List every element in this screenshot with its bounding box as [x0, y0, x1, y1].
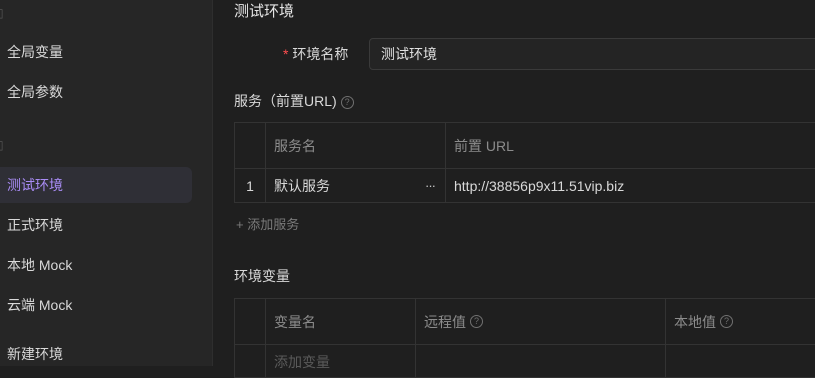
sidebar-item-prod-env[interactable]: 正式环境 [0, 207, 192, 243]
service-url-cell[interactable]: http://38856p9x11.51vip.biz [445, 169, 815, 202]
sidebar-item-new-env[interactable]: 新建环境 [0, 336, 192, 372]
sidebar-item-label: 新建环境 [7, 346, 63, 362]
services-table: 服务名 前置 URL 1 默认服务 ··· http://38856p9x11.… [234, 122, 815, 203]
page-title: 测试环境 [234, 3, 295, 20]
sidebar-group-icon: ▯ [0, 138, 4, 152]
help-icon[interactable]: ? [470, 315, 483, 328]
table-header-var-name: 变量名 [265, 299, 415, 344]
local-value-cell[interactable] [665, 345, 815, 378]
sidebar-item-local-mock[interactable]: 本地 Mock [0, 247, 192, 283]
sidebar-item-label: 全局变量 [7, 44, 63, 60]
table-header-remote-value: 远程值? [415, 299, 665, 344]
env-name-label: * 环境名称 [283, 46, 349, 62]
sidebar-item-test-env[interactable]: 测试环境 [0, 167, 192, 203]
help-icon[interactable]: ? [340, 96, 354, 109]
sidebar-item-label: 全局参数 [7, 84, 63, 100]
table-row[interactable]: 1 默认服务 ··· http://38856p9x11.51vip.biz [235, 169, 815, 202]
row-index [235, 345, 265, 378]
table-row: 添加变量 [235, 345, 815, 378]
table-header-service-name: 服务名 [265, 123, 445, 168]
service-name-cell[interactable]: 默认服务 ··· [265, 169, 445, 202]
sidebar-item-label: 测试环境 [7, 177, 63, 193]
table-header-prefix-url: 前置 URL [445, 123, 815, 168]
main-panel: 测试环境 * 环境名称 测试环境 服务（前置URL)? 服务名 前置 URL 1… [213, 0, 815, 378]
table-header-row: 服务名 前置 URL [235, 123, 815, 169]
required-marker: * [283, 46, 289, 62]
sidebar-item-label: 正式环境 [7, 217, 63, 233]
table-header-index [235, 123, 265, 168]
table-header-row: 变量名 远程值? 本地值? [235, 299, 815, 345]
sidebar-item-global-params[interactable]: 全局参数 [0, 74, 192, 110]
sidebar: ▯ 全局变量 全局参数 ▯ 测试环境 正式环境 本地 Mock 云端 Mock … [0, 0, 213, 366]
sidebar-item-label: 云端 Mock [7, 297, 73, 313]
table-header-local-value: 本地值? [665, 299, 815, 344]
sidebar-item-cloud-mock[interactable]: 云端 Mock [0, 287, 192, 323]
add-service-button[interactable]: + 添加服务 [236, 214, 299, 233]
table-header-index [235, 299, 265, 344]
services-section-title: 服务（前置URL)? [234, 91, 354, 111]
env-vars-table: 变量名 远程值? 本地值? 添加变量 [234, 298, 815, 378]
more-icon[interactable]: ··· [425, 178, 436, 193]
sidebar-group-icon: ▯ [0, 6, 4, 20]
sidebar-item-global-variables[interactable]: 全局变量 [0, 34, 192, 70]
add-variable-input[interactable]: 添加变量 [265, 345, 415, 378]
sidebar-item-label: 本地 Mock [7, 257, 73, 273]
row-index: 1 [246, 177, 254, 194]
env-name-input[interactable]: 测试环境 [369, 38, 815, 70]
help-icon[interactable]: ? [720, 315, 733, 328]
remote-value-cell[interactable] [415, 345, 665, 378]
env-vars-section-title: 环境变量 [234, 268, 290, 284]
